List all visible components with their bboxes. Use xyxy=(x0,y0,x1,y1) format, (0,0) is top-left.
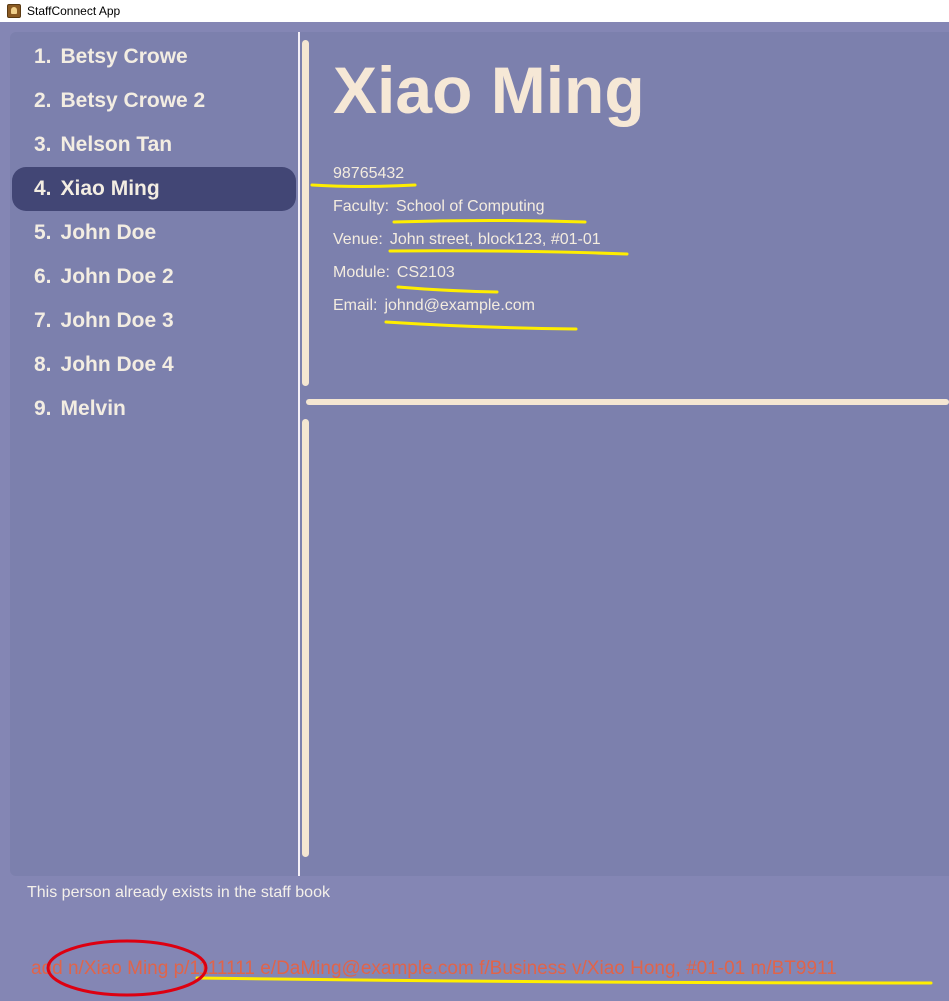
command-input[interactable] xyxy=(10,947,939,991)
person-index: 6. xyxy=(34,265,52,288)
module-value: CS2103 xyxy=(396,264,455,281)
person-list-item[interactable]: 3. Nelson Tan xyxy=(12,123,296,167)
person-name: Xiao Ming xyxy=(60,177,160,200)
email-value: johnd@example.com xyxy=(384,297,535,314)
person-name: Melvin xyxy=(60,397,126,420)
email-label: Email: xyxy=(333,297,378,314)
person-list-item[interactable]: 2. Betsy Crowe 2 xyxy=(12,79,296,123)
person-index: 7. xyxy=(34,309,52,332)
module-label: Module: xyxy=(333,264,390,281)
person-list-item[interactable]: 9. Melvin xyxy=(12,387,296,431)
window-title: StaffConnect App xyxy=(27,4,121,18)
person-name-heading: Xiao Ming xyxy=(333,53,645,127)
person-detail-panel xyxy=(300,32,949,876)
person-index: 9. xyxy=(34,397,52,420)
app-icon xyxy=(7,4,21,18)
email-field: Email: johnd@example.com xyxy=(333,297,535,315)
person-list-item[interactable]: 7. John Doe 3 xyxy=(12,299,296,343)
person-name: Nelson Tan xyxy=(60,133,173,156)
faculty-label: Faculty: xyxy=(333,198,390,215)
person-index: 4. xyxy=(34,177,52,200)
phone-field: 98765432 xyxy=(333,165,404,183)
result-message: This person already exists in the staff … xyxy=(27,884,330,901)
person-name: Betsy Crowe xyxy=(60,45,188,68)
module-field: Module: CS2103 xyxy=(333,264,455,282)
person-index: 2. xyxy=(34,89,52,112)
title-bar: StaffConnect App xyxy=(0,0,949,22)
person-name: John Doe 3 xyxy=(60,309,174,332)
person-list-item[interactable]: 5. John Doe xyxy=(12,211,296,255)
person-list-item[interactable]: 6. John Doe 2 xyxy=(12,255,296,299)
faculty-value: School of Computing xyxy=(396,198,545,215)
venue-value: John street, block123, #01-01 xyxy=(389,231,601,248)
horizontal-split-divider[interactable] xyxy=(306,399,949,405)
person-list-item[interactable]: 4. Xiao Ming xyxy=(12,167,296,211)
person-index: 5. xyxy=(34,221,52,244)
person-name: John Doe xyxy=(60,221,157,244)
person-index: 1. xyxy=(34,45,52,68)
person-index: 3. xyxy=(34,133,52,156)
venue-field: Venue: John street, block123, #01-01 xyxy=(333,231,601,249)
person-name: Betsy Crowe 2 xyxy=(60,89,206,112)
lower-panel-scrollbar[interactable] xyxy=(302,419,309,857)
person-name: John Doe 4 xyxy=(60,353,174,376)
person-index: 8. xyxy=(34,353,52,376)
faculty-field: Faculty: School of Computing xyxy=(333,198,545,216)
phone-value: 98765432 xyxy=(333,165,405,182)
person-name: John Doe 2 xyxy=(60,265,174,288)
detail-scrollbar[interactable] xyxy=(302,40,309,386)
venue-label: Venue: xyxy=(333,231,383,248)
person-list-item[interactable]: 1. Betsy Crowe xyxy=(12,35,296,79)
person-list-item[interactable]: 8. John Doe 4 xyxy=(12,343,296,387)
